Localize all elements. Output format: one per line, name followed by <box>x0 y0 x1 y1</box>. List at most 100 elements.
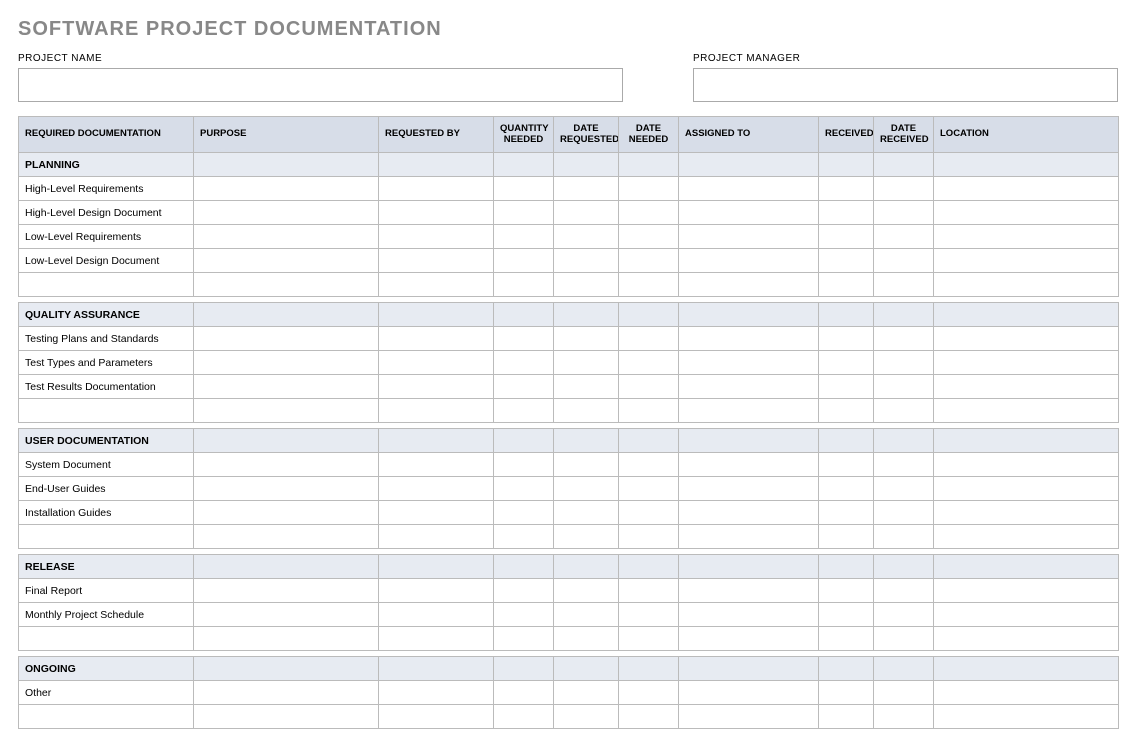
data-cell[interactable] <box>874 627 934 651</box>
data-cell[interactable] <box>934 453 1119 477</box>
data-cell[interactable] <box>819 453 874 477</box>
doc-name-cell[interactable]: Other <box>19 681 194 705</box>
data-cell[interactable] <box>494 327 554 351</box>
data-cell[interactable] <box>194 177 379 201</box>
data-cell[interactable] <box>619 477 679 501</box>
data-cell[interactable] <box>494 375 554 399</box>
data-cell[interactable] <box>379 225 494 249</box>
data-cell[interactable] <box>194 273 379 297</box>
data-cell[interactable] <box>934 477 1119 501</box>
data-cell[interactable] <box>819 525 874 549</box>
data-cell[interactable] <box>494 579 554 603</box>
data-cell[interactable] <box>679 351 819 375</box>
data-cell[interactable] <box>379 603 494 627</box>
data-cell[interactable] <box>379 579 494 603</box>
doc-name-cell[interactable]: Monthly Project Schedule <box>19 603 194 627</box>
data-cell[interactable] <box>874 273 934 297</box>
data-cell[interactable] <box>819 579 874 603</box>
data-cell[interactable] <box>619 399 679 423</box>
data-cell[interactable] <box>934 249 1119 273</box>
data-cell[interactable] <box>554 501 619 525</box>
data-cell[interactable] <box>679 225 819 249</box>
data-cell[interactable] <box>554 375 619 399</box>
data-cell[interactable] <box>934 201 1119 225</box>
doc-name-cell[interactable] <box>19 399 194 423</box>
data-cell[interactable] <box>874 579 934 603</box>
doc-name-cell[interactable]: Test Results Documentation <box>19 375 194 399</box>
data-cell[interactable] <box>679 579 819 603</box>
data-cell[interactable] <box>554 477 619 501</box>
doc-name-cell[interactable]: System Document <box>19 453 194 477</box>
data-cell[interactable] <box>379 525 494 549</box>
data-cell[interactable] <box>379 627 494 651</box>
data-cell[interactable] <box>679 477 819 501</box>
data-cell[interactable] <box>819 351 874 375</box>
data-cell[interactable] <box>679 501 819 525</box>
doc-name-cell[interactable]: High-Level Design Document <box>19 201 194 225</box>
data-cell[interactable] <box>874 399 934 423</box>
doc-name-cell[interactable] <box>19 627 194 651</box>
data-cell[interactable] <box>874 705 934 729</box>
project-name-input[interactable] <box>18 68 623 102</box>
data-cell[interactable] <box>554 705 619 729</box>
data-cell[interactable] <box>934 177 1119 201</box>
data-cell[interactable] <box>494 705 554 729</box>
data-cell[interactable] <box>494 627 554 651</box>
data-cell[interactable] <box>194 327 379 351</box>
data-cell[interactable] <box>619 351 679 375</box>
data-cell[interactable] <box>554 351 619 375</box>
data-cell[interactable] <box>934 273 1119 297</box>
data-cell[interactable] <box>554 399 619 423</box>
data-cell[interactable] <box>194 375 379 399</box>
data-cell[interactable] <box>679 453 819 477</box>
data-cell[interactable] <box>874 327 934 351</box>
data-cell[interactable] <box>874 681 934 705</box>
doc-name-cell[interactable]: High-Level Requirements <box>19 177 194 201</box>
data-cell[interactable] <box>379 327 494 351</box>
doc-name-cell[interactable]: Installation Guides <box>19 501 194 525</box>
data-cell[interactable] <box>379 351 494 375</box>
data-cell[interactable] <box>494 249 554 273</box>
data-cell[interactable] <box>679 201 819 225</box>
data-cell[interactable] <box>819 375 874 399</box>
doc-name-cell[interactable] <box>19 525 194 549</box>
data-cell[interactable] <box>679 249 819 273</box>
data-cell[interactable] <box>494 351 554 375</box>
data-cell[interactable] <box>679 627 819 651</box>
doc-name-cell[interactable]: Low-Level Design Document <box>19 249 194 273</box>
data-cell[interactable] <box>679 273 819 297</box>
data-cell[interactable] <box>494 399 554 423</box>
data-cell[interactable] <box>494 525 554 549</box>
data-cell[interactable] <box>554 327 619 351</box>
data-cell[interactable] <box>819 327 874 351</box>
data-cell[interactable] <box>679 327 819 351</box>
data-cell[interactable] <box>619 603 679 627</box>
data-cell[interactable] <box>679 705 819 729</box>
data-cell[interactable] <box>379 681 494 705</box>
data-cell[interactable] <box>494 603 554 627</box>
data-cell[interactable] <box>874 375 934 399</box>
data-cell[interactable] <box>679 375 819 399</box>
data-cell[interactable] <box>194 525 379 549</box>
doc-name-cell[interactable]: Low-Level Requirements <box>19 225 194 249</box>
data-cell[interactable] <box>679 399 819 423</box>
doc-name-cell[interactable]: Final Report <box>19 579 194 603</box>
data-cell[interactable] <box>379 177 494 201</box>
data-cell[interactable] <box>934 603 1119 627</box>
data-cell[interactable] <box>934 399 1119 423</box>
data-cell[interactable] <box>379 375 494 399</box>
data-cell[interactable] <box>554 603 619 627</box>
data-cell[interactable] <box>819 201 874 225</box>
data-cell[interactable] <box>619 705 679 729</box>
data-cell[interactable] <box>819 501 874 525</box>
data-cell[interactable] <box>194 501 379 525</box>
data-cell[interactable] <box>554 453 619 477</box>
data-cell[interactable] <box>619 525 679 549</box>
data-cell[interactable] <box>494 273 554 297</box>
data-cell[interactable] <box>194 453 379 477</box>
data-cell[interactable] <box>819 399 874 423</box>
data-cell[interactable] <box>194 399 379 423</box>
data-cell[interactable] <box>934 351 1119 375</box>
data-cell[interactable] <box>554 225 619 249</box>
data-cell[interactable] <box>194 705 379 729</box>
